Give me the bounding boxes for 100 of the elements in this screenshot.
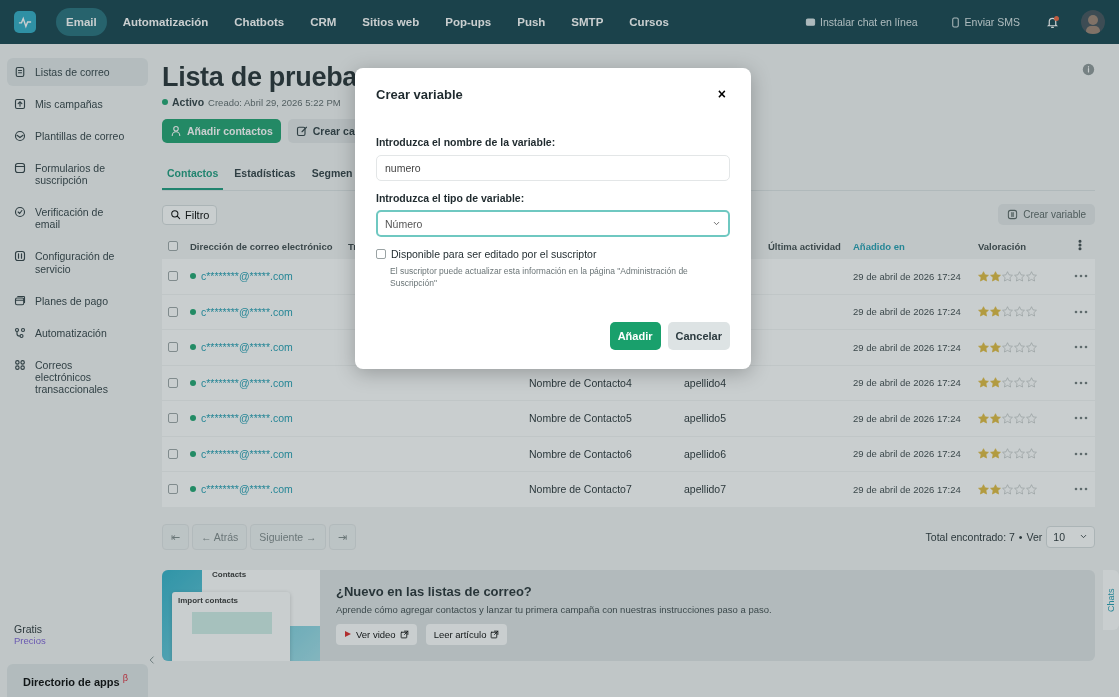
external-link-icon bbox=[399, 629, 409, 639]
star-icon bbox=[1002, 483, 1013, 495]
nav-tab[interactable]: Cursos bbox=[619, 8, 679, 36]
checkbox-label: Disponible para ser editado por el suscriptor bbox=[391, 248, 597, 260]
nav-tab[interactable]: Chatbots bbox=[224, 8, 295, 36]
create-variable-button[interactable]: Crear variable bbox=[998, 204, 1095, 225]
star-icon bbox=[1002, 412, 1013, 424]
sidebar-item[interactable]: Automatización bbox=[7, 318, 148, 347]
avatar[interactable] bbox=[1081, 10, 1105, 34]
nav-tab[interactable]: CRM bbox=[300, 8, 347, 36]
row-checkbox[interactable] bbox=[168, 448, 178, 459]
chevron-down-icon bbox=[712, 219, 721, 228]
field-label: Introduzca el tipo de variable: bbox=[376, 192, 526, 204]
cancel-button[interactable]: Cancelar bbox=[667, 322, 730, 350]
star-icon bbox=[1014, 448, 1025, 460]
date-cell-text: 29 de abril de 2026 17:24 bbox=[853, 412, 962, 424]
star-icon bbox=[990, 377, 1001, 389]
row-checkbox[interactable] bbox=[168, 484, 178, 495]
sidebar-item[interactable]: Formularios de suscripción bbox=[7, 154, 148, 195]
nav-tab[interactable]: Automatización bbox=[112, 8, 219, 36]
nav-tab[interactable]: SMTP bbox=[561, 8, 614, 36]
star-icon bbox=[1002, 448, 1013, 460]
video-button[interactable]: Ver video bbox=[336, 623, 417, 645]
plan-name: Gratis bbox=[13, 623, 43, 636]
star-icon bbox=[1026, 412, 1037, 424]
chevron-down-icon bbox=[1079, 532, 1088, 541]
nav-tab[interactable]: Pop-ups bbox=[435, 8, 502, 36]
pricing-link[interactable]: Precios bbox=[7, 635, 148, 647]
sidebar-item[interactable]: Verificación de email bbox=[7, 198, 148, 239]
add-button[interactable]: Añadir bbox=[609, 322, 661, 350]
status-dot bbox=[162, 99, 168, 105]
star-icon bbox=[1002, 270, 1013, 282]
row-checkbox[interactable] bbox=[168, 306, 178, 317]
table-cell-text: apellido6 bbox=[684, 447, 728, 460]
sidebar-item[interactable]: Mis campañas bbox=[7, 90, 148, 119]
status-dot bbox=[190, 450, 196, 457]
article-button[interactable]: Leer artículo bbox=[425, 623, 508, 645]
sidebar-item[interactable]: Plantillas de correo bbox=[7, 122, 148, 151]
sidebar-item[interactable]: Configuración de servicio bbox=[7, 242, 148, 283]
table-cell-text: apellido4 bbox=[684, 376, 728, 389]
install-chat-link[interactable]: Instalar chat en línea bbox=[799, 15, 924, 29]
form-icon bbox=[14, 162, 26, 175]
star-icon bbox=[1002, 341, 1013, 353]
nav-tab[interactable]: Sitios web bbox=[352, 8, 430, 36]
edit-icon bbox=[295, 125, 308, 137]
date-cell-text: 29 de abril de 2026 17:24 bbox=[853, 306, 962, 318]
select-all-checkbox[interactable] bbox=[168, 241, 178, 251]
close-button[interactable]: × bbox=[713, 86, 730, 102]
star-icon bbox=[1002, 377, 1013, 389]
star-icon bbox=[990, 412, 1001, 424]
column-header[interactable]: Última actividad bbox=[768, 240, 853, 252]
star-icon bbox=[990, 448, 1001, 460]
star-icon bbox=[1026, 448, 1037, 460]
variable-name-field[interactable]: numero bbox=[376, 155, 730, 181]
row-checkbox[interactable] bbox=[168, 413, 178, 424]
info-icon bbox=[1082, 63, 1095, 76]
star-icon bbox=[978, 306, 989, 318]
star-icon bbox=[990, 306, 1001, 318]
upload-icon bbox=[14, 98, 26, 111]
star-icon bbox=[990, 341, 1001, 353]
sidebar-item[interactable]: Listas de correo bbox=[7, 58, 148, 87]
status-dot bbox=[190, 273, 196, 280]
tab[interactable]: Estadísticas bbox=[229, 161, 301, 190]
dialog-title: Crear variable bbox=[376, 86, 463, 102]
logo-icon[interactable] bbox=[14, 11, 36, 33]
editable-checkbox[interactable] bbox=[376, 249, 386, 259]
app-directory-button[interactable]: Directorio de apps $^{β}$ bbox=[7, 664, 148, 697]
check-circle-icon bbox=[14, 206, 26, 219]
nav-tab[interactable]: Email bbox=[56, 8, 107, 36]
external-link-icon bbox=[490, 629, 500, 639]
send-sms-link[interactable]: Enviar SMS bbox=[943, 15, 1026, 29]
table-cell-text: Nombre de Contacto7 bbox=[529, 483, 633, 496]
table-cell-text: Nombre de Contacto5 bbox=[529, 412, 633, 425]
column-header[interactable]: Valoración bbox=[978, 240, 1068, 252]
banner-text: Aprende cómo agregar contactos y lanzar tu primera campaña con nuestras instrucciones paso a paso. bbox=[336, 603, 772, 615]
row-checkbox[interactable] bbox=[168, 342, 178, 353]
star-icon bbox=[978, 270, 989, 282]
status-label: Activo bbox=[172, 96, 205, 108]
table-cell-text: apellido5 bbox=[684, 412, 728, 425]
field-label: Introduzca el nombre de la variable: bbox=[376, 136, 557, 148]
filter-button[interactable]: Filtro bbox=[162, 204, 218, 225]
nav-tab[interactable]: Push bbox=[507, 8, 556, 36]
sidebar-item[interactable]: Correos electrónicos transaccionales bbox=[7, 350, 148, 403]
column-header[interactable]: Dirección de correo electrónico bbox=[190, 240, 348, 252]
row-checkbox[interactable] bbox=[168, 377, 178, 388]
star-icon bbox=[978, 341, 989, 353]
star-icon bbox=[1002, 306, 1013, 318]
table-cell-text: apellido7 bbox=[684, 483, 728, 496]
star-icon bbox=[978, 448, 989, 460]
star-icon bbox=[990, 270, 1001, 282]
sidebar-item[interactable]: Planes de pago bbox=[7, 286, 148, 315]
variable-type-select[interactable]: Número bbox=[376, 210, 730, 237]
tab[interactable]: Segmen bbox=[306, 161, 358, 190]
per-page-select[interactable]: 10 bbox=[1046, 525, 1095, 548]
status-dot bbox=[190, 344, 196, 351]
list-icon bbox=[14, 66, 26, 78]
star-icon bbox=[1014, 483, 1025, 495]
row-checkbox[interactable] bbox=[168, 271, 178, 282]
star-icon bbox=[1026, 341, 1037, 353]
date-cell-text: 29 de abril de 2026 17:24 bbox=[853, 341, 962, 353]
